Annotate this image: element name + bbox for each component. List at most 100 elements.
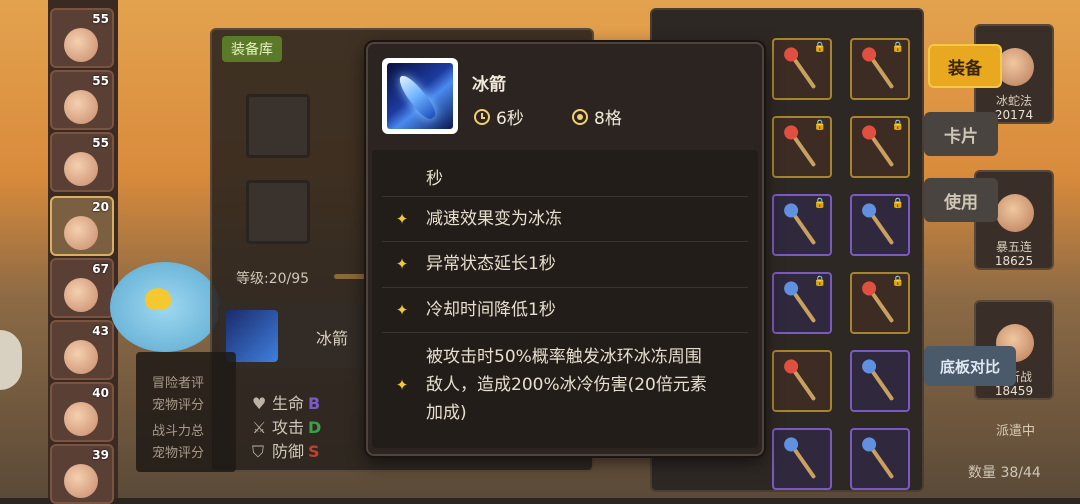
ice-arrow-artwork (387, 63, 453, 129)
stat-defense: ⛉ 防御 S (252, 438, 320, 462)
hero-portrait (996, 194, 1034, 232)
clock-icon (474, 108, 490, 125)
wand-icon (865, 284, 895, 324)
effect-text-line: 加成) (426, 402, 467, 423)
inventory-item[interactable]: 🔒 (850, 194, 910, 256)
wand-icon (787, 284, 817, 324)
cooldown-info: 6秒 (474, 104, 524, 129)
lock-icon: 🔒 (891, 120, 904, 131)
eval-line: 冒险者评 (152, 376, 205, 391)
duck-decoration (145, 288, 171, 310)
hero-level: 55 (92, 12, 109, 26)
effect-row: ✦ 被攻击时50%概率触发冰环冰冻周围 敌人，造成200%冰冷伤害(20倍元素 … (382, 332, 748, 436)
stat-label: 生命 (272, 394, 305, 413)
wand-icon (865, 362, 895, 402)
star-icon: ✦ (395, 209, 409, 228)
wand-icon (865, 440, 895, 480)
inventory-item[interactable]: 🔒 (850, 116, 910, 178)
inventory-item[interactable] (850, 428, 910, 490)
hero-slot[interactable]: 43 (50, 320, 114, 380)
hero-level: 55 (92, 136, 109, 150)
inventory-item[interactable] (850, 350, 910, 412)
star-icon: ✦ (395, 375, 409, 394)
effect-text: 异常状态延长1秒 (426, 254, 556, 274)
lock-icon: 🔒 (891, 42, 904, 53)
hero-power: 18625 (994, 254, 1034, 268)
effect-text: 被攻击时50%概率触发冰环冰冻周围 敌人，造成200%冰冷伤害(20倍元素 加成… (426, 343, 707, 427)
wand-icon (865, 50, 895, 90)
hero-level: 40 (92, 386, 109, 400)
weapon-slot[interactable] (246, 94, 310, 158)
dispatch-status: 派遣中 (996, 424, 1036, 439)
stat-hp: ♥ 生命 B (252, 390, 320, 414)
stat-label: 防御 (272, 442, 305, 461)
lock-icon: 🔒 (813, 276, 826, 287)
card-button[interactable]: 卡片 (924, 112, 998, 156)
hero-level: 43 (92, 324, 109, 338)
hero-slot[interactable]: 67 (50, 258, 114, 318)
star-icon: ✦ (395, 300, 409, 319)
equipment-level: 等级:20/95 (236, 271, 310, 287)
cooldown-value: 6秒 (496, 109, 524, 129)
inventory-item[interactable]: 🔒 (772, 38, 832, 100)
effect-row: ✦ 异常状态延长1秒 (382, 241, 748, 286)
effect-text: 冷却时间降低1秒 (426, 299, 556, 320)
compare-button[interactable]: 底板对比 (924, 346, 1016, 386)
wand-icon (787, 128, 817, 168)
effect-row: ✦ 冷却时间降低1秒 (382, 287, 748, 331)
effect-text-line: 敌人，造成200%冰冷伤害(20倍元素 (426, 374, 707, 395)
range-value: 8格 (594, 109, 622, 129)
lock-icon: 🔒 (813, 120, 826, 131)
inventory-item[interactable]: 🔒 (850, 38, 910, 100)
use-button[interactable]: 使用 (924, 178, 998, 222)
stat-label: 攻击 (272, 418, 305, 437)
hero-portrait (64, 340, 98, 374)
wand-icon (787, 362, 817, 402)
hero-slot[interactable]: 40 (50, 382, 114, 442)
hero-portrait (64, 216, 98, 250)
target-icon (572, 108, 588, 125)
eval-line: 战斗力总 (152, 424, 205, 439)
wand-icon (865, 128, 895, 168)
lock-icon: 🔒 (891, 276, 904, 287)
hero-portrait (64, 28, 98, 62)
inventory-item[interactable] (772, 428, 832, 490)
sword-icon: ⚔ (252, 418, 267, 437)
range-info: 8格 (572, 104, 622, 129)
inventory-item[interactable]: 🔒 (772, 272, 832, 334)
lock-icon: 🔒 (813, 198, 826, 209)
tooltip-item-name: 冰箭 (472, 75, 506, 95)
equip-button[interactable]: 装备 (928, 44, 1002, 88)
inventory-quantity: 数量 38/44 (968, 465, 1041, 481)
hero-level: 39 (92, 448, 109, 462)
hero-level: 20 (92, 200, 109, 214)
wand-icon (865, 206, 895, 246)
ice-arrow-icon (382, 58, 458, 134)
inventory-item[interactable] (772, 350, 832, 412)
armor-slot[interactable] (246, 180, 310, 244)
heart-icon: ♥ (252, 394, 267, 413)
inventory-item[interactable]: 🔒 (772, 116, 832, 178)
inventory-item[interactable]: 🔒 (850, 272, 910, 334)
scrolled-effect-tail: 秒 (426, 169, 443, 189)
hero-slot[interactable]: 39 (50, 444, 114, 504)
hero-portrait (64, 278, 98, 312)
lock-icon: 🔒 (813, 42, 826, 53)
hero-portrait (64, 464, 98, 498)
hero-name: 暴五连 (995, 240, 1032, 254)
effect-row: ✦ 减速效果变为冰冻 (382, 196, 748, 240)
hero-level: 67 (92, 262, 109, 276)
hero-slot[interactable]: 55 (50, 70, 114, 130)
hero-slot-selected[interactable]: 20 (50, 196, 114, 256)
stat-attack: ⚔ 攻击 D (252, 414, 321, 438)
equipment-library-tab[interactable]: 装备库 (222, 36, 282, 62)
inventory-item[interactable]: 🔒 (772, 194, 832, 256)
hero-level: 55 (92, 74, 109, 88)
shield-icon: ⛉ (252, 442, 265, 461)
hero-slot[interactable]: 55 (50, 132, 114, 192)
wand-icon (787, 440, 817, 480)
hero-slot[interactable]: 55 (50, 8, 114, 68)
hero-portrait (64, 402, 98, 436)
wand-icon (787, 50, 817, 90)
hero-name: 冰蛇法 (995, 94, 1032, 108)
